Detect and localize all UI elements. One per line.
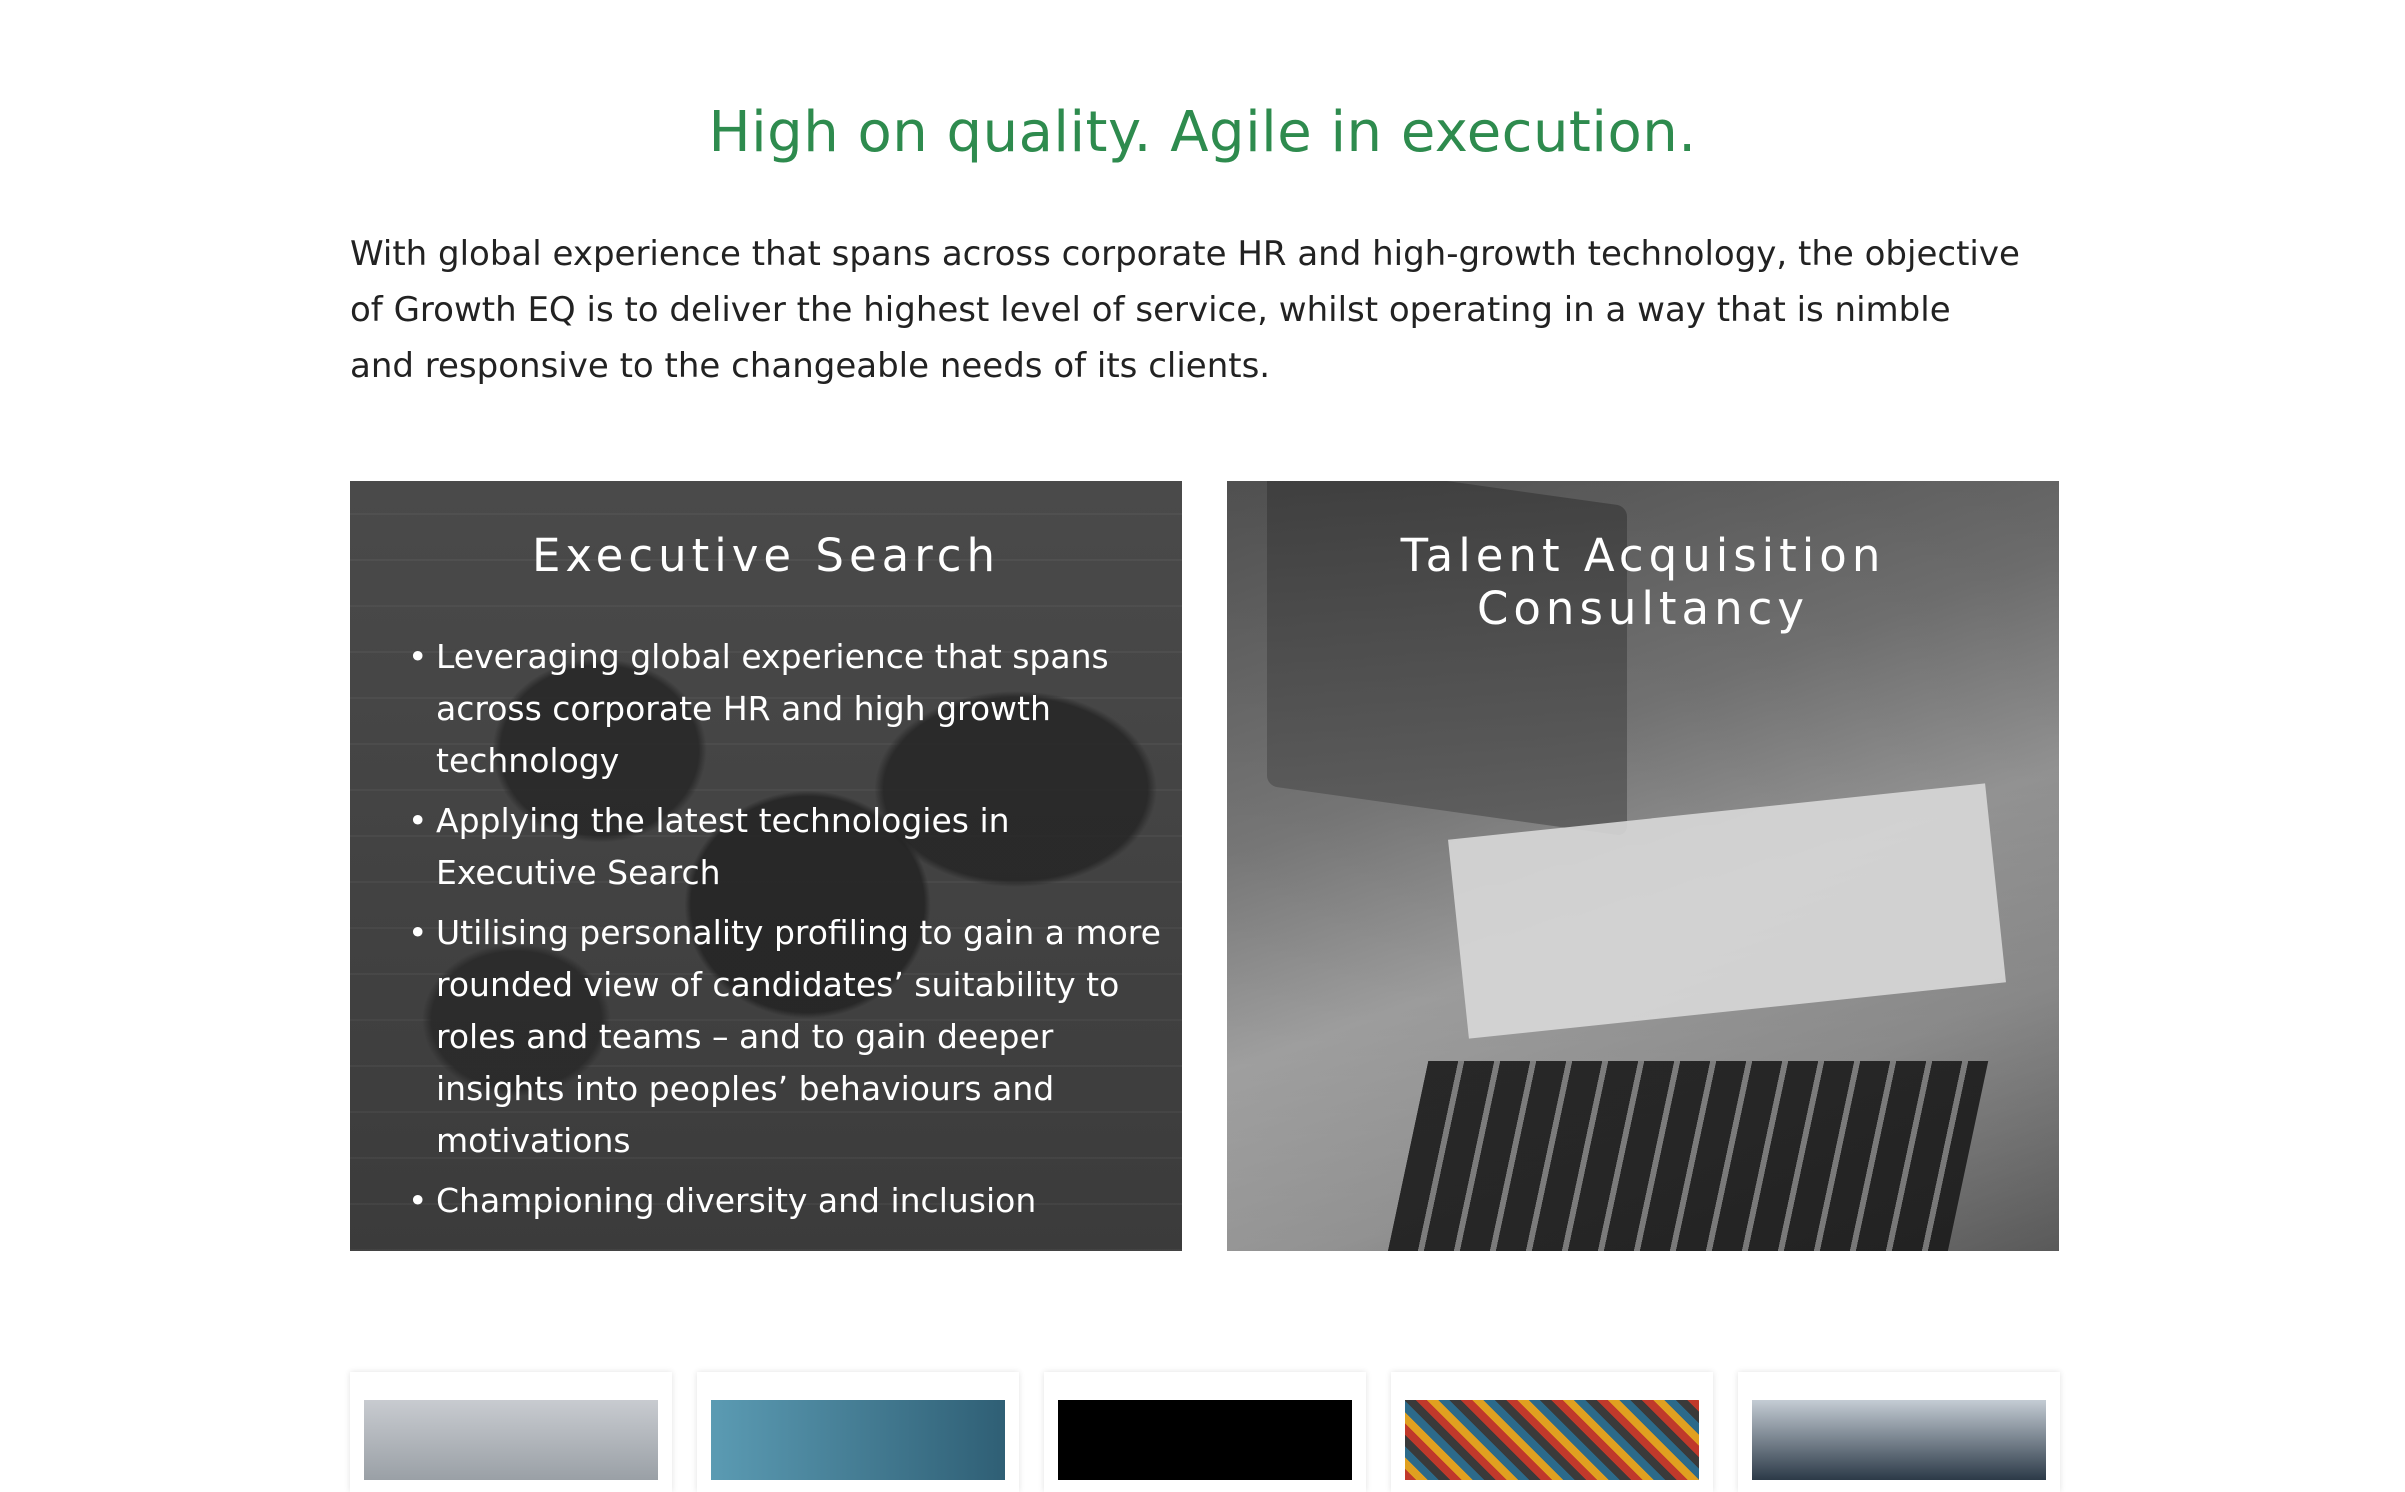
keyboard-image-detail bbox=[1385, 1061, 1989, 1251]
thumbnail-image-3 bbox=[1058, 1400, 1352, 1480]
thumbnail-image-1 bbox=[364, 1400, 658, 1480]
talent-acquisition-card[interactable]: Talent Acquisition Consultancy bbox=[1227, 481, 2059, 1251]
talent-acquisition-title: Talent Acquisition Consultancy bbox=[1400, 529, 1886, 635]
thumbnail-card-5[interactable] bbox=[1738, 1372, 2060, 1492]
thumbnail-image-2 bbox=[711, 1400, 1005, 1480]
section-headline: High on quality. Agile in execution. bbox=[708, 99, 1697, 165]
bullet-item: Utilising personality profiling to gain … bbox=[408, 907, 1176, 1167]
executive-search-title: Executive Search bbox=[532, 529, 1000, 582]
bullet-item: Championing diversity and inclusion bbox=[408, 1175, 1176, 1227]
thumbnail-card-1[interactable] bbox=[350, 1372, 672, 1492]
bullet-item: Applying the latest technologies in Exec… bbox=[408, 795, 1176, 899]
thumbnail-card-3[interactable] bbox=[1044, 1372, 1366, 1492]
executive-search-bullets: Leveraging global experience that spans … bbox=[408, 631, 1176, 1235]
thumbnail-image-4 bbox=[1405, 1400, 1699, 1480]
thumbnail-card-2[interactable] bbox=[697, 1372, 1019, 1492]
thumbnail-card-4[interactable] bbox=[1391, 1372, 1713, 1492]
thumbnail-image-5 bbox=[1752, 1400, 2046, 1480]
bullet-item: Leveraging global experience that spans … bbox=[408, 631, 1176, 787]
executive-search-card[interactable]: Executive Search Leveraging global exper… bbox=[350, 481, 1182, 1251]
intro-paragraph: With global experience that spans across… bbox=[350, 234, 2020, 386]
thumbnail-row bbox=[350, 1372, 2060, 1492]
